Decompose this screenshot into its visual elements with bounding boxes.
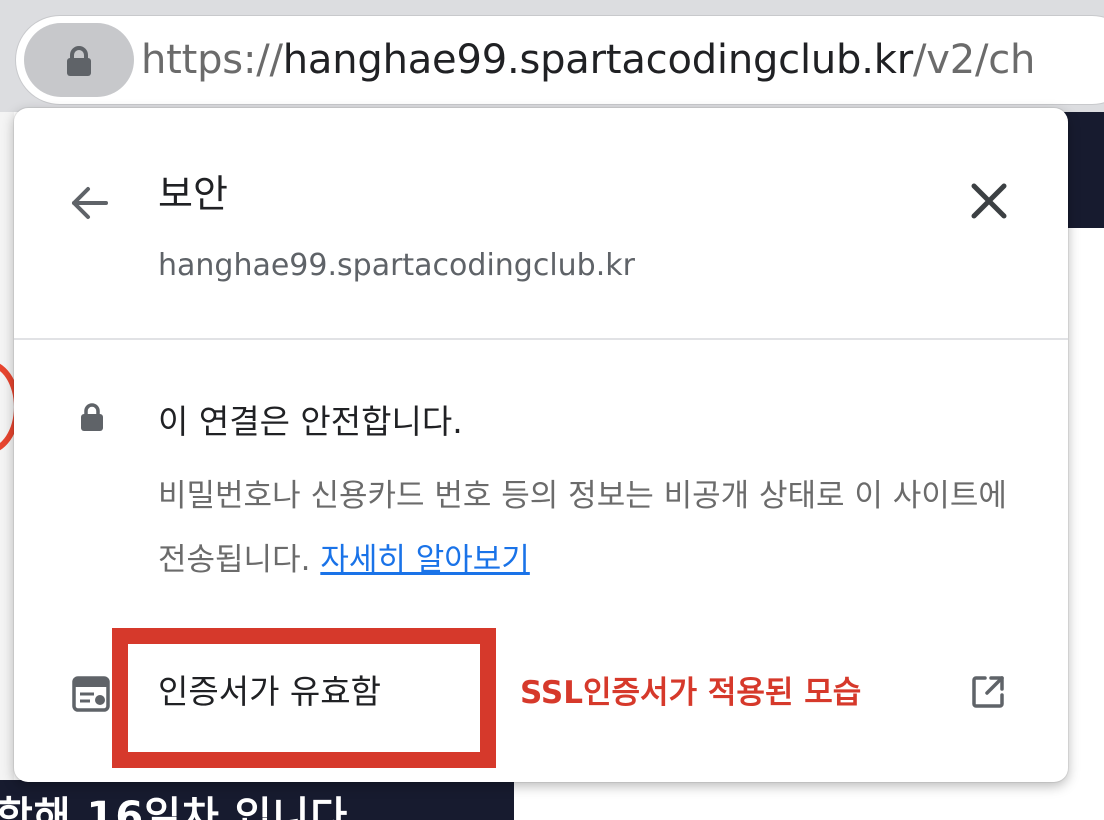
page-background	[0, 112, 14, 820]
url-path: /v2/ch	[912, 37, 1036, 83]
url-scheme: https://	[141, 37, 283, 83]
popup-title: 보안	[158, 172, 228, 216]
connection-status-title: 이 연결은 안전합니다.	[158, 402, 463, 441]
learn-more-link[interactable]: 자세히 알아보기	[320, 542, 530, 578]
lock-icon	[67, 46, 91, 76]
page-footer-text: 항해 16일차 입니다.	[0, 794, 365, 820]
site-info-button[interactable]	[24, 23, 134, 97]
close-button[interactable]	[964, 176, 1014, 226]
address-bar[interactable]: https://hanghae99.spartacodingclub.kr/v2…	[16, 16, 1104, 104]
close-icon	[971, 183, 1007, 219]
annotation-highlight-box	[112, 628, 496, 768]
lock-icon	[81, 403, 103, 431]
external-link-icon[interactable]	[970, 674, 1006, 710]
page-footer-banner: 항해 16일차 입니다.	[0, 780, 514, 820]
url-text[interactable]: https://hanghae99.spartacodingclub.kr/v2…	[141, 36, 1035, 84]
arrow-left-icon	[72, 187, 108, 219]
page-header-band	[1064, 112, 1104, 228]
divider	[14, 338, 1068, 340]
back-button[interactable]	[68, 180, 114, 226]
site-hostname: hanghae99.spartacodingclub.kr	[158, 248, 635, 283]
connection-description-text: 비밀번호나 신용카드 번호 등의 정보는 비공개 상태로 이 사이트에 전송됩니…	[158, 478, 1007, 578]
certificate-icon	[72, 676, 110, 712]
annotation-text: SSL인증서가 적용된 모습	[520, 675, 862, 711]
url-host: hanghae99.spartacodingclub.kr	[282, 37, 913, 83]
connection-description: 비밀번호나 신용카드 번호 등의 정보는 비공개 상태로 이 사이트에 전송됩니…	[158, 464, 1038, 592]
